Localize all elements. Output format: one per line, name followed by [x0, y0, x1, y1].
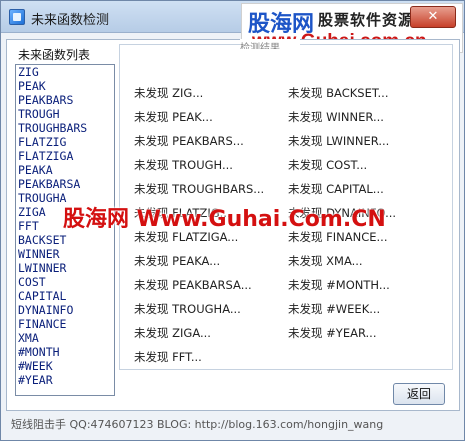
- return-button[interactable]: 返回: [393, 383, 445, 405]
- function-list-item[interactable]: TROUGH: [16, 107, 114, 121]
- result-item-right: 未发现 BACKSET...: [288, 86, 389, 100]
- function-listbox[interactable]: ZIG PEAK PEAKBARS TROUGH TROUGHBARS FLATZIG FL…: [15, 64, 115, 396]
- result-item-left: 未发现 PEAKBARSA...: [134, 278, 252, 292]
- function-list-item[interactable]: #YEAR: [16, 373, 114, 387]
- result-item-left: 未发现 FLATZIGA...: [134, 230, 239, 244]
- result-item-right: 未发现 DYNAINFO...: [288, 206, 397, 220]
- window-title: 未来函数检测: [31, 13, 110, 28]
- function-list-item[interactable]: PEAKA: [16, 163, 114, 177]
- function-list-item[interactable]: PEAK: [16, 79, 114, 93]
- result-item-left: 未发现 TROUGH...: [134, 158, 233, 172]
- function-list-item[interactable]: #MONTH: [16, 345, 114, 359]
- results-group: 检测结果 未发现 ZIG... 未发现 PEAK... 未发现 PEAKBARS..…: [119, 39, 453, 370]
- result-item-left: 未发现 ZIGA...: [134, 326, 211, 340]
- function-list-item[interactable]: COST: [16, 275, 114, 289]
- function-list-item[interactable]: TROUGHA: [16, 191, 114, 205]
- result-item-left: 未发现 PEAKBARS...: [134, 134, 244, 148]
- result-item-right: 未发现 #MONTH...: [288, 278, 390, 292]
- close-icon: ✕: [427, 9, 439, 24]
- function-list-item[interactable]: ZIGA: [16, 205, 114, 219]
- detector-window: 未来函数检测 股海网 股票软件资源分享 www.Guhai.com.cn ✕ 未…: [0, 0, 465, 441]
- function-list-title: 未来函数列表: [17, 46, 92, 63]
- result-item-right: 未发现 #YEAR...: [288, 326, 377, 340]
- result-item-left: 未发现 TROUGHBARS...: [134, 182, 265, 196]
- result-item-left: 未发现 FLATZIG...: [134, 206, 231, 220]
- function-list-item[interactable]: XMA: [16, 331, 114, 345]
- result-item-left: 未发现 FFT...: [134, 350, 202, 364]
- result-item-right: 未发现 #WEEK...: [288, 302, 381, 316]
- result-item-right: 未发现 LWINNER...: [288, 134, 390, 148]
- result-item-left: 未发现 PEAKA...: [134, 254, 221, 268]
- function-list-item[interactable]: ZIG: [16, 65, 114, 79]
- function-list-item[interactable]: BACKSET: [16, 233, 114, 247]
- function-list-item[interactable]: LWINNER: [16, 261, 114, 275]
- app-icon: [9, 9, 25, 25]
- function-list-item[interactable]: FFT: [16, 219, 114, 233]
- function-list-item[interactable]: WINNER: [16, 247, 114, 261]
- result-item-left: 未发现 ZIG...: [134, 86, 204, 100]
- function-list-item[interactable]: #WEEK: [16, 359, 114, 373]
- close-button[interactable]: ✕: [410, 6, 456, 28]
- result-item-right: 未发现 CAPITAL...: [288, 182, 384, 196]
- result-item-right: 未发现 COST...: [288, 158, 368, 172]
- function-list-item[interactable]: TROUGHBARS: [16, 121, 114, 135]
- function-list-item[interactable]: FINANCE: [16, 317, 114, 331]
- function-list-item[interactable]: FLATZIGA: [16, 149, 114, 163]
- function-list-item[interactable]: DYNAINFO: [16, 303, 114, 317]
- result-item-right: 未发现 XMA...: [288, 254, 363, 268]
- function-list-item[interactable]: PEAKBARS: [16, 93, 114, 107]
- result-item-left: 未发现 TROUGHA...: [134, 302, 241, 316]
- status-text: 短线阻击手 QQ:474607123 BLOG: http://blog.163…: [11, 418, 384, 431]
- result-item-left: 未发现 PEAK...: [134, 110, 213, 124]
- function-list-item[interactable]: FLATZIG: [16, 135, 114, 149]
- result-item-right: 未发现 WINNER...: [288, 110, 384, 124]
- function-list-item[interactable]: PEAKBARSA: [16, 177, 114, 191]
- function-list-group: 未来函数列表 ZIG PEAK PEAKBARS TROUGH TROUGHBARS FL…: [13, 44, 117, 404]
- function-list-item[interactable]: CAPITAL: [16, 289, 114, 303]
- results-group-legend: 检测结果: [240, 39, 300, 49]
- result-item-right: 未发现 FINANCE...: [288, 230, 388, 244]
- content-panel: 未来函数列表 ZIG PEAK PEAKBARS TROUGH TROUGHBARS FL…: [6, 39, 460, 411]
